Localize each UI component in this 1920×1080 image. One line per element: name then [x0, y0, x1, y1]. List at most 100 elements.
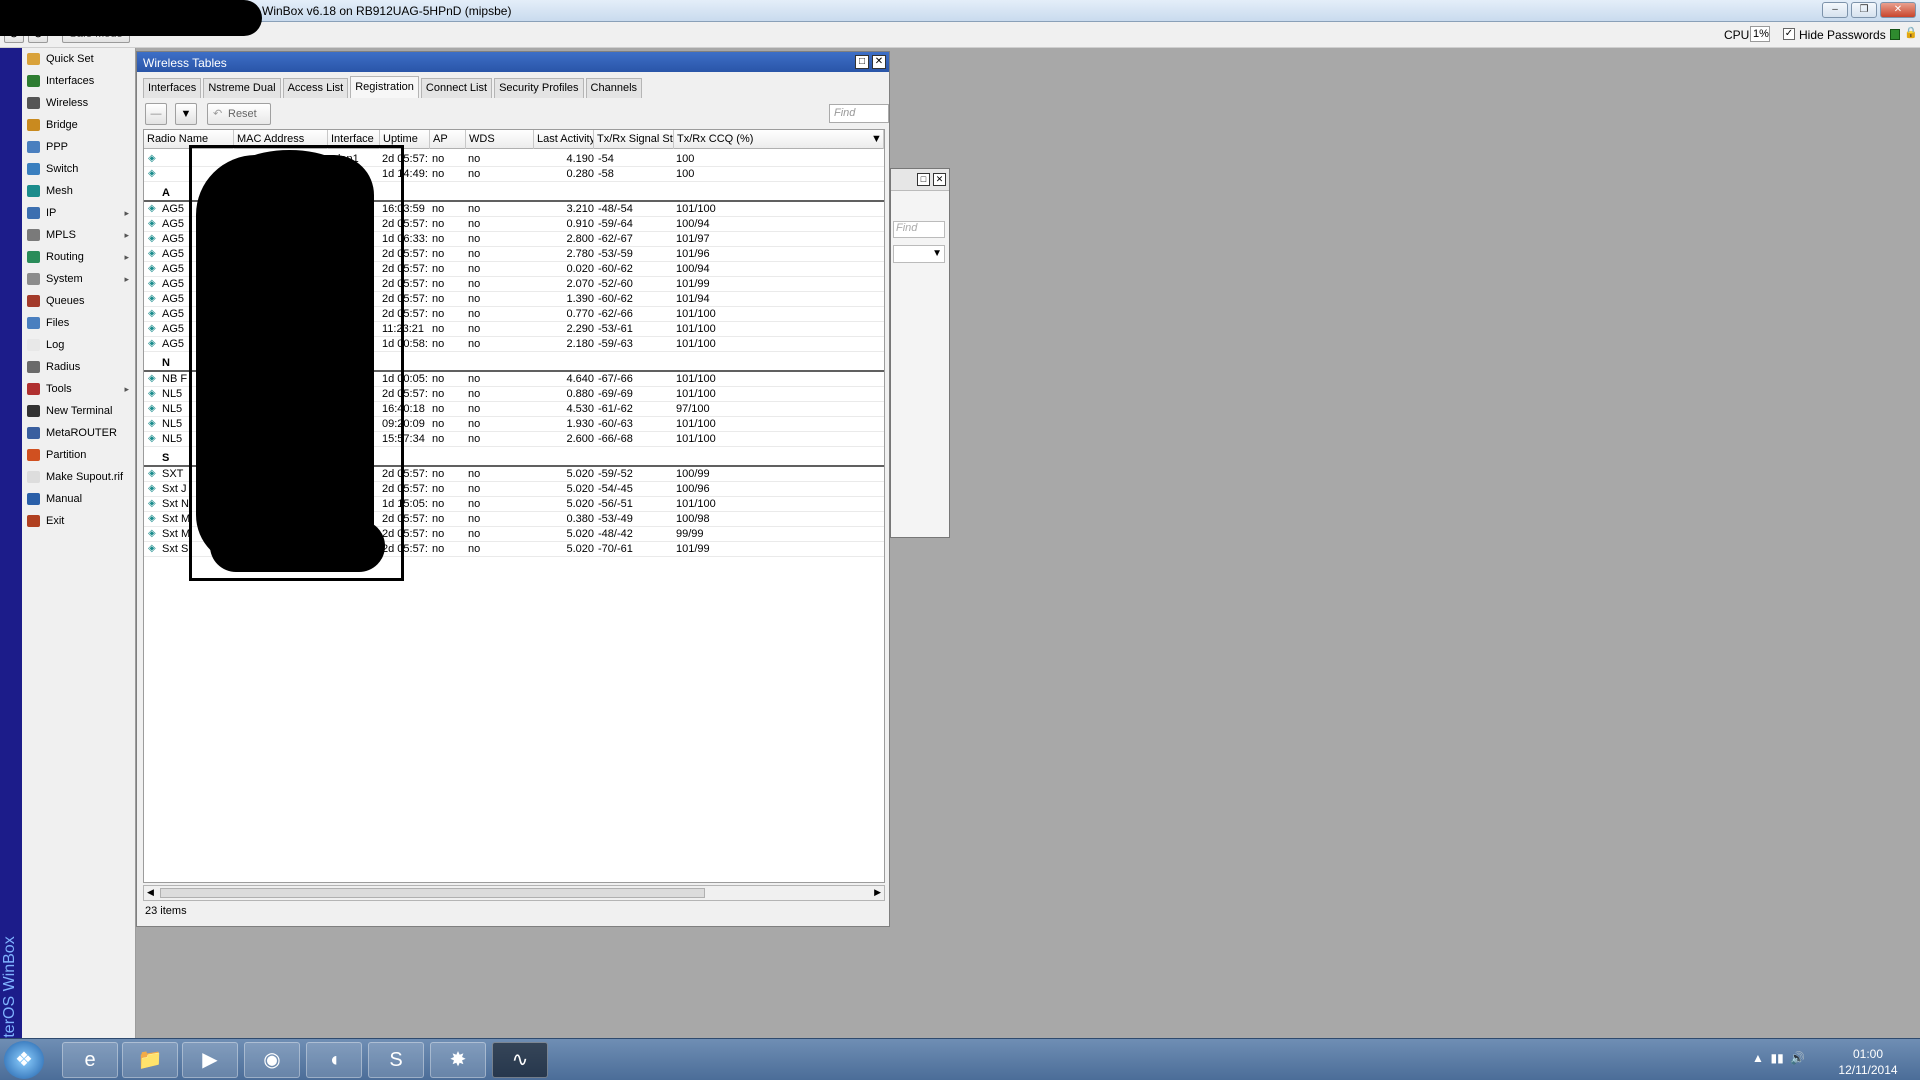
sidebar-item-label: Bridge: [46, 119, 78, 131]
system-tray[interactable]: ▲ ▮▮ 🔊: [1752, 1051, 1805, 1065]
wireless-client-icon: ◈: [148, 323, 156, 334]
tab-registration[interactable]: Registration: [350, 76, 419, 98]
column-header[interactable]: Tx/Rx Signal Stre...: [594, 130, 674, 149]
sidebar-item-radius[interactable]: Radius: [22, 356, 135, 378]
horizontal-scrollbar[interactable]: ◀ ▶: [143, 885, 885, 901]
cell-ccq: 100/96: [676, 483, 710, 495]
sidebar-item-metarouter[interactable]: MetaROUTER: [22, 422, 135, 444]
cell-wds: no: [468, 403, 481, 415]
chrome-icon[interactable]: ◉: [244, 1042, 300, 1078]
cell-last: 2.800: [566, 233, 594, 245]
wireless-client-icon: ◈: [148, 373, 156, 384]
wireless-client-icon: ◈: [148, 263, 156, 274]
cell-ap: no: [432, 338, 445, 350]
cell-ccq: 101/96: [676, 248, 710, 260]
sidebar-item-wireless[interactable]: Wireless: [22, 92, 135, 114]
cell-ap: no: [432, 388, 445, 400]
cell-signal: -62/-67: [598, 233, 633, 245]
sidebar-item-quick-set[interactable]: Quick Set: [22, 48, 135, 70]
wireless-client-icon: ◈: [148, 528, 156, 539]
cell-wds: no: [468, 278, 481, 290]
tab-interfaces[interactable]: Interfaces: [143, 78, 202, 98]
skype-icon[interactable]: S: [368, 1042, 424, 1078]
sidebar-item-log[interactable]: Log: [22, 334, 135, 356]
submenu-arrow-icon: ▸: [124, 384, 129, 394]
sidebar-item-exit[interactable]: Exit: [22, 510, 135, 532]
sidebar-item-system[interactable]: System ▸: [22, 268, 135, 290]
media-player-icon[interactable]: ▶: [182, 1042, 238, 1078]
sidebar-item-files[interactable]: Files: [22, 312, 135, 334]
cell-signal: -54: [598, 153, 614, 165]
tab-security-profiles[interactable]: Security Profiles: [494, 78, 584, 98]
close-icon[interactable]: ✕: [872, 55, 886, 69]
background-window[interactable]: □ ✕ Find ▼: [890, 168, 950, 538]
cell-last: 0.020: [566, 263, 594, 275]
cell-ap: no: [432, 308, 445, 320]
sidebar-item-ppp[interactable]: PPP: [22, 136, 135, 158]
column-header[interactable]: AP: [430, 130, 466, 149]
close-icon[interactable]: ✕: [1880, 2, 1916, 18]
internet-explorer-icon[interactable]: e: [62, 1042, 118, 1078]
start-button[interactable]: ❖: [4, 1041, 44, 1079]
column-header[interactable]: Last Activity ...: [534, 130, 594, 149]
filter-icon[interactable]: ▼: [175, 103, 197, 125]
maximize-icon[interactable]: □: [917, 173, 930, 186]
find-input[interactable]: Find: [829, 104, 889, 123]
sidebar-item-manual[interactable]: Manual: [22, 488, 135, 510]
cell-signal: -53/-49: [598, 513, 633, 525]
clock-time[interactable]: 01:00: [1838, 1047, 1898, 1061]
close-icon[interactable]: ✕: [933, 173, 946, 186]
clock-date[interactable]: 12/11/2014: [1830, 1063, 1906, 1077]
network-tool-icon[interactable]: ✸: [430, 1042, 486, 1078]
cell-wds: no: [468, 513, 481, 525]
reset-button[interactable]: ↶ Reset: [207, 103, 271, 125]
background-window-titlebar[interactable]: □ ✕: [891, 169, 949, 191]
sidebar-item-tools[interactable]: Tools ▸: [22, 378, 135, 400]
cell-ap: no: [432, 278, 445, 290]
cell-signal: -67/-66: [598, 373, 633, 385]
sidebar-item-interfaces[interactable]: Interfaces: [22, 70, 135, 92]
cell-ccq: 101/100: [676, 338, 716, 350]
sidebar-item-mesh[interactable]: Mesh: [22, 180, 135, 202]
background-find-input[interactable]: Find: [893, 221, 945, 238]
sidebar-item-bridge[interactable]: Bridge: [22, 114, 135, 136]
wireless-tables-titlebar[interactable]: Wireless Tables □ ✕: [137, 52, 889, 72]
cell-wds: no: [468, 498, 481, 510]
tab-nstreme-dual[interactable]: Nstreme Dual: [203, 78, 281, 98]
tab-connect-list[interactable]: Connect List: [420, 78, 493, 98]
sidebar-item-label: Routing: [46, 251, 84, 263]
sidebar-item-ip[interactable]: IP ▸: [22, 202, 135, 224]
background-dropdown[interactable]: ▼: [893, 245, 945, 263]
cell-signal: -58: [598, 168, 614, 180]
tools-icon: [27, 383, 40, 395]
file-explorer-icon[interactable]: 📁: [122, 1042, 178, 1078]
column-chooser-icon[interactable]: ▼: [868, 130, 884, 149]
tab-channels[interactable]: Channels: [585, 78, 643, 98]
sidebar-item-switch[interactable]: Switch: [22, 158, 135, 180]
winbox-icon[interactable]: ◖: [306, 1042, 362, 1078]
column-header[interactable]: Tx/Rx CCQ (%): [674, 130, 884, 149]
sidebar-item-partition[interactable]: Partition: [22, 444, 135, 466]
scroll-right-icon[interactable]: ▶: [874, 887, 881, 898]
cell-ap: no: [432, 263, 445, 275]
scrollbar-thumb[interactable]: [160, 888, 705, 898]
cell-last: 2.600: [566, 433, 594, 445]
maximize-icon[interactable]: □: [855, 55, 869, 69]
sidebar-item-queues[interactable]: Queues: [22, 290, 135, 312]
minimize-icon[interactable]: –: [1822, 2, 1848, 18]
column-header[interactable]: WDS: [466, 130, 534, 149]
sidebar-item-new-terminal[interactable]: New Terminal: [22, 400, 135, 422]
mikrotik-icon[interactable]: ∿: [492, 1042, 548, 1078]
tab-access-list[interactable]: Access List: [282, 78, 349, 98]
cell-signal: -53/-59: [598, 248, 633, 260]
hide-passwords-checkbox[interactable]: ✓: [1783, 28, 1795, 40]
cell-ccq: 101/99: [676, 278, 710, 290]
cell-ap: no: [432, 248, 445, 260]
sidebar-item-mpls[interactable]: MPLS ▸: [22, 224, 135, 246]
sidebar-item-make-supout-rif[interactable]: Make Supout.rif: [22, 466, 135, 488]
scroll-left-icon[interactable]: ◀: [147, 887, 154, 898]
sidebar-item-routing[interactable]: Routing ▸: [22, 246, 135, 268]
minus-icon[interactable]: —: [145, 103, 167, 125]
wireless-client-icon: ◈: [148, 388, 156, 399]
restore-icon[interactable]: ❐: [1851, 2, 1877, 18]
